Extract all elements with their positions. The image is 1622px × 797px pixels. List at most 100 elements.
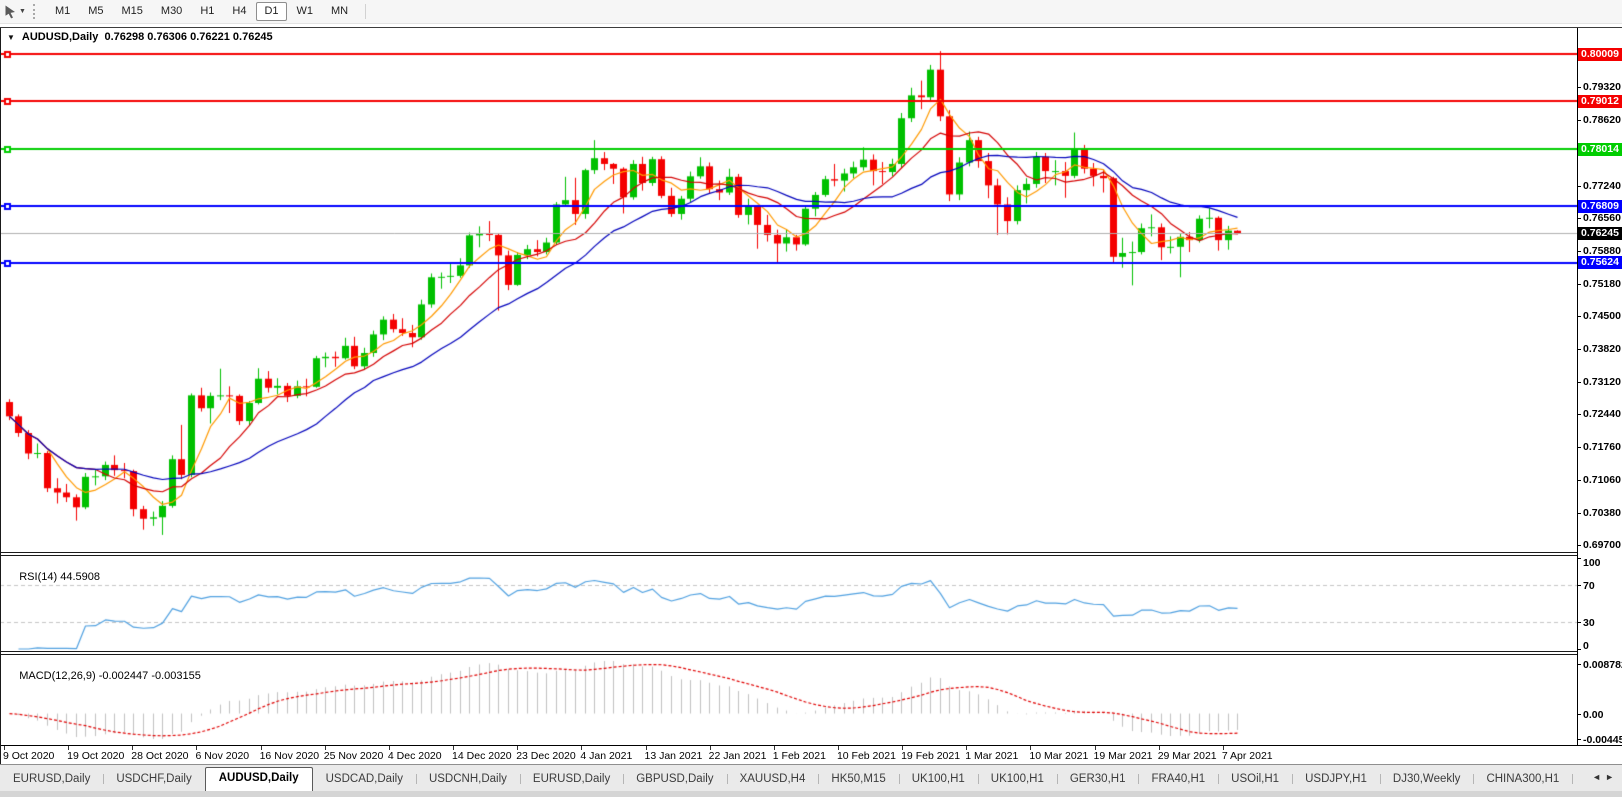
timeframe-button-m1[interactable]: M1 bbox=[47, 2, 78, 21]
rsi-axis-label: 70 bbox=[1583, 580, 1595, 592]
rsi-tick-mark bbox=[1577, 585, 1581, 586]
timeframe-button-h4[interactable]: H4 bbox=[224, 2, 254, 21]
panel-separator[interactable] bbox=[0, 651, 1622, 655]
price-tick-label: 0.69700 bbox=[1583, 539, 1621, 551]
cursor-tool-button[interactable]: ▼ bbox=[3, 4, 26, 19]
timeframe-button-m5[interactable]: M5 bbox=[80, 2, 111, 21]
macd-tick-mark bbox=[1577, 714, 1581, 715]
date-label: 16 Nov 2020 bbox=[260, 750, 320, 762]
rsi-tick-mark bbox=[1577, 649, 1581, 650]
cursor-icon bbox=[3, 4, 18, 19]
price-tick-label: 0.71760 bbox=[1583, 441, 1621, 453]
macd-axis-label: -0.004451 bbox=[1583, 734, 1622, 746]
price-tick-label: 0.76560 bbox=[1583, 212, 1621, 224]
date-label: 14 Dec 2020 bbox=[452, 750, 512, 762]
time-axis[interactable]: 9 Oct 202019 Oct 202028 Oct 20206 Nov 20… bbox=[0, 745, 1622, 764]
chart-tab-usoil-h1[interactable]: USOil,H1 bbox=[1218, 768, 1292, 791]
toolbar-divider bbox=[365, 4, 366, 19]
price-tick-label: 0.71060 bbox=[1583, 474, 1621, 486]
chart-window-left-border bbox=[0, 28, 1, 764]
chart-tab-usdcnh-daily[interactable]: USDCNH,Daily bbox=[416, 768, 520, 791]
price-tick-label: 0.77240 bbox=[1583, 180, 1621, 192]
chart-tab-xauusd-h4[interactable]: XAUUSD,H4 bbox=[727, 768, 819, 791]
chart-tab-uk100-h1[interactable]: UK100,H1 bbox=[899, 768, 978, 791]
chart-collapse-icon[interactable]: ▼ bbox=[7, 33, 15, 42]
rsi-panel-canvas[interactable] bbox=[0, 556, 1577, 651]
date-label: 10 Mar 2021 bbox=[1029, 750, 1088, 762]
date-label: 13 Jan 2021 bbox=[645, 750, 703, 762]
price-tick-mark bbox=[1577, 218, 1581, 219]
rsi-axis-label: 0 bbox=[1583, 640, 1589, 652]
timeframe-button-w1[interactable]: W1 bbox=[289, 2, 322, 21]
rsi-tick-mark bbox=[1577, 558, 1581, 559]
chart-tab-usdjpy-h1[interactable]: USDJPY,H1 bbox=[1292, 768, 1380, 791]
price-tick-label: 0.74500 bbox=[1583, 310, 1621, 322]
level-price-badge: 0.78014 bbox=[1578, 143, 1622, 156]
chart-tab-hk50-m15[interactable]: HK50,M15 bbox=[818, 768, 898, 791]
tab-scroll-left-icon[interactable]: ◄ bbox=[1592, 772, 1605, 782]
chart-tab-dj30-weekly[interactable]: DJ30,Weekly bbox=[1380, 768, 1474, 791]
tab-scroll-arrows: ◄► bbox=[1586, 769, 1620, 785]
price-tick-mark bbox=[1577, 120, 1581, 121]
rsi-axis-label: 100 bbox=[1583, 557, 1601, 569]
tab-scroll-right-icon[interactable]: ► bbox=[1605, 772, 1618, 782]
price-tick-mark bbox=[1577, 316, 1581, 317]
rsi-indicator-label: RSI(14) 44.5908 bbox=[7, 559, 100, 595]
date-label: 10 Feb 2021 bbox=[837, 750, 896, 762]
timeframe-button-mn[interactable]: MN bbox=[323, 2, 356, 21]
chart-tab-usdchf-daily[interactable]: USDCHF,Daily bbox=[103, 768, 204, 791]
price-tick-mark bbox=[1577, 284, 1581, 285]
chart-title: ▼ AUDUSD,Daily 0.76298 0.76306 0.76221 0… bbox=[7, 31, 273, 43]
timeframe-button-h1[interactable]: H1 bbox=[192, 2, 222, 21]
date-label: 4 Dec 2020 bbox=[388, 750, 442, 762]
price-tick-label: 0.78620 bbox=[1583, 114, 1621, 126]
date-label: 7 Apr 2021 bbox=[1222, 750, 1273, 762]
timeframe-button-d1[interactable]: D1 bbox=[256, 2, 286, 21]
price-chart-canvas[interactable] bbox=[0, 28, 1577, 552]
toolbar-grip-handle[interactable] bbox=[33, 4, 38, 19]
date-label: 6 Nov 2020 bbox=[195, 750, 249, 762]
level-price-badge: 0.75624 bbox=[1578, 256, 1622, 269]
date-label: 19 Mar 2021 bbox=[1094, 750, 1153, 762]
chart-tab-gbpusd-daily[interactable]: GBPUSD,Daily bbox=[623, 768, 726, 791]
chart-tab-eurusd-daily[interactable]: EURUSD,Daily bbox=[520, 768, 623, 791]
date-label: 23 Dec 2020 bbox=[516, 750, 576, 762]
date-label: 19 Oct 2020 bbox=[67, 750, 124, 762]
price-tick-mark bbox=[1577, 545, 1581, 546]
chevron-down-icon[interactable]: ▼ bbox=[19, 8, 26, 15]
chart-tab-uk100-h1[interactable]: UK100,H1 bbox=[978, 768, 1057, 791]
chart-tab-audusd-daily[interactable]: AUDUSD,Daily bbox=[205, 767, 313, 791]
panel-separator[interactable] bbox=[0, 552, 1622, 556]
price-tick-mark bbox=[1577, 87, 1581, 88]
price-tick-mark bbox=[1577, 349, 1581, 350]
price-tick-label: 0.70380 bbox=[1583, 507, 1621, 519]
macd-panel-canvas[interactable] bbox=[0, 655, 1577, 745]
chart-ohlc-values: 0.76298 0.76306 0.76221 0.76245 bbox=[104, 31, 272, 43]
date-label: 19 Feb 2021 bbox=[901, 750, 960, 762]
timeframe-buttons: M1M5M15M30H1H4D1W1MN bbox=[46, 2, 357, 21]
price-tick-mark bbox=[1577, 414, 1581, 415]
timeframe-button-m30[interactable]: M30 bbox=[153, 2, 190, 21]
chart-tab-usdcad-daily[interactable]: USDCAD,Daily bbox=[313, 768, 416, 791]
chart-tab-china300-h1[interactable]: CHINA300,H1 bbox=[1473, 768, 1572, 791]
chart-tab-fra40-h1[interactable]: FRA40,H1 bbox=[1138, 768, 1218, 791]
price-tick-label: 0.73820 bbox=[1583, 343, 1621, 355]
price-tick-mark bbox=[1577, 186, 1581, 187]
price-tick-label: 0.73120 bbox=[1583, 376, 1621, 388]
date-label: 9 Oct 2020 bbox=[3, 750, 54, 762]
timeframe-button-m15[interactable]: M15 bbox=[114, 2, 151, 21]
chart-tab-bar: EURUSD,DailyUSDCHF,DailyAUDUSD,DailyUSDC… bbox=[0, 764, 1622, 791]
date-label: 4 Jan 2021 bbox=[580, 750, 632, 762]
price-tick-mark bbox=[1577, 513, 1581, 514]
macd-axis-label: 0.00 bbox=[1583, 709, 1603, 721]
rsi-tick-mark bbox=[1577, 622, 1581, 623]
current-price-badge: 0.76245 bbox=[1578, 227, 1622, 240]
level-price-badge: 0.80009 bbox=[1578, 48, 1622, 61]
level-price-badge: 0.79012 bbox=[1578, 95, 1622, 108]
chart-tab-ger30-h1[interactable]: GER30,H1 bbox=[1057, 768, 1139, 791]
price-tick-mark bbox=[1577, 251, 1581, 252]
chart-tab-eurusd-daily[interactable]: EURUSD,Daily bbox=[0, 768, 103, 791]
price-tick-mark bbox=[1577, 447, 1581, 448]
date-label: 1 Feb 2021 bbox=[773, 750, 826, 762]
macd-indicator-label: MACD(12,26,9) -0.002447 -0.003155 bbox=[7, 658, 201, 694]
